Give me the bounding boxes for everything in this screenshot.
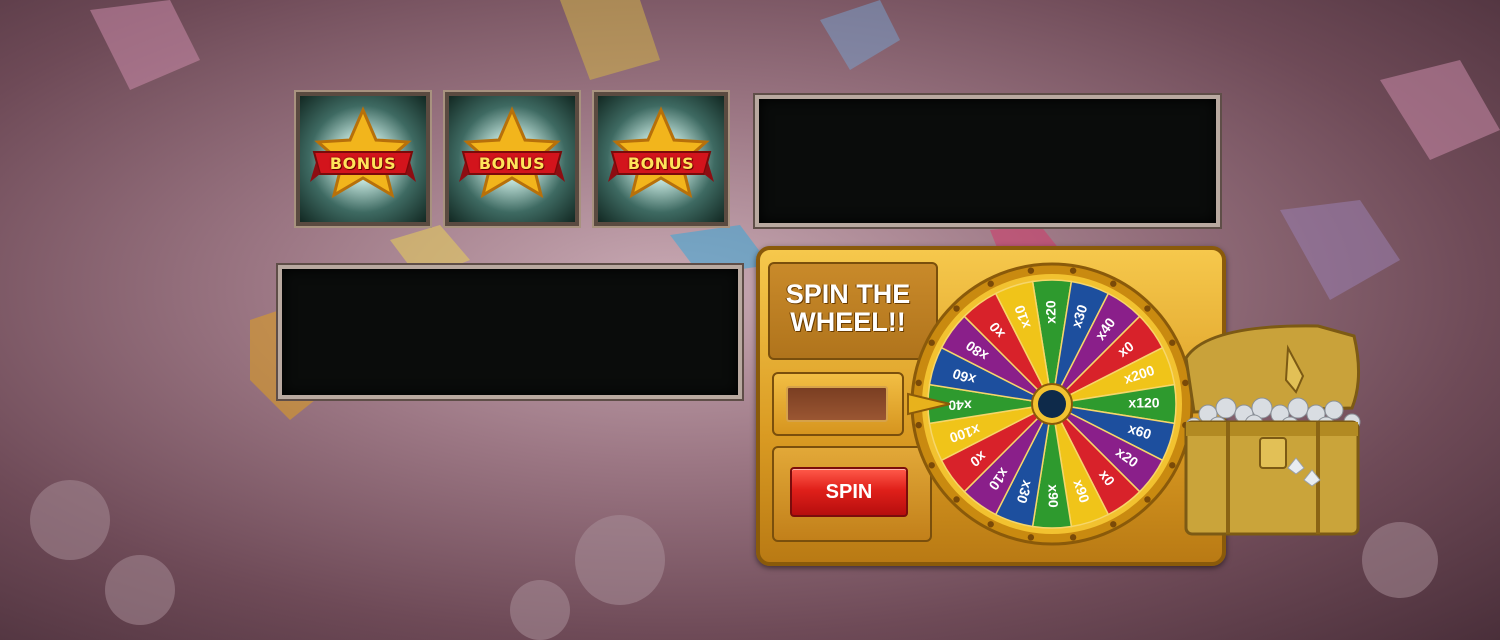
wheel-bulb — [928, 462, 935, 469]
wheel-bulb — [987, 521, 994, 528]
wheel-bulb — [1144, 496, 1151, 503]
wheel-segment-label: x40 — [948, 397, 972, 413]
wheel-segment-label: x120 — [1128, 395, 1159, 411]
wheel-bulb — [928, 339, 935, 346]
bonus-tile-2: BONUS — [443, 90, 581, 228]
wheel-bulb — [1069, 534, 1077, 541]
wheel-bulb — [953, 496, 960, 503]
wheel-segment-label: x20 — [1043, 300, 1059, 324]
wheel-bulb — [1110, 280, 1117, 287]
bonus-tile-3: BONUS — [592, 90, 730, 228]
bonus-label: BONUS — [329, 154, 397, 173]
wheel-bulb — [1144, 305, 1151, 312]
bonus-label: BONUS — [627, 154, 695, 173]
wheel-bulb — [1027, 267, 1035, 274]
wheel-bulb — [1110, 521, 1117, 528]
prize-wheel[interactable]: x20 x30 x40x0x200x120x60x20x0x90x90x30x10x… — [900, 252, 1200, 552]
wheel-bulb — [1027, 534, 1035, 541]
spin-button[interactable]: SPIN — [790, 467, 908, 517]
bet-input-field[interactable] — [786, 386, 888, 422]
wheel-bulb — [1069, 267, 1077, 274]
bonus-tile-1: BONUS — [294, 90, 432, 228]
wheel-bulb — [915, 421, 922, 429]
treasure-chest-icon — [1184, 324, 1361, 536]
wheel-hub-center — [1038, 390, 1066, 418]
wheel-bulb — [987, 280, 994, 287]
wheel-segment-label: x90 — [1045, 484, 1061, 508]
wheel-bulb — [953, 305, 960, 312]
dark-panel-top-right — [755, 95, 1220, 227]
dark-panel-left — [278, 265, 742, 399]
wheel-bulb — [915, 379, 922, 387]
bonus-label: BONUS — [478, 154, 546, 173]
